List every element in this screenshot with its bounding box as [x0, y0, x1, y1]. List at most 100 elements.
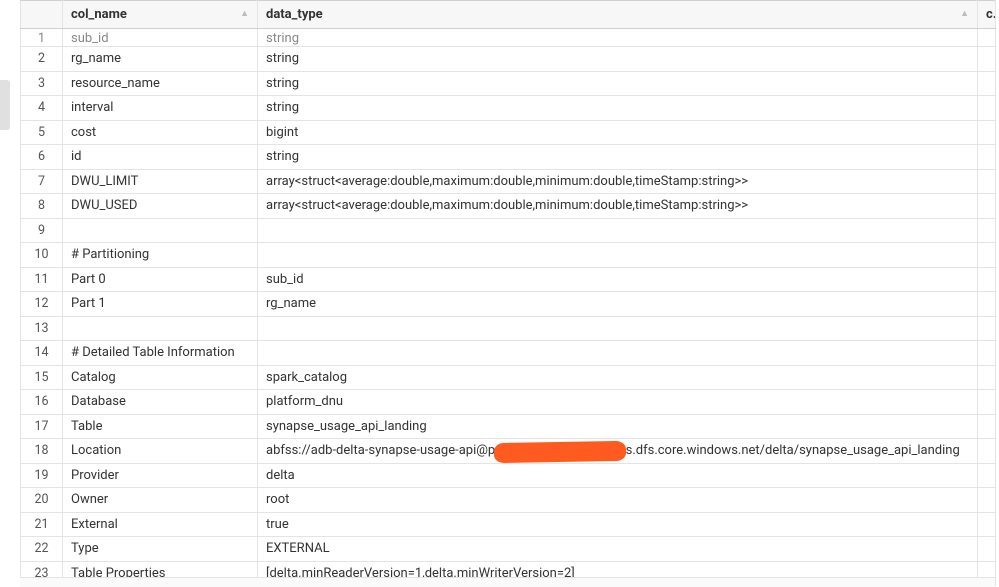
table-row[interactable]: 2rg_namestring	[21, 47, 996, 72]
cell-data-type[interactable]: synapse_usage_api_landing	[258, 414, 978, 439]
cell-data-type[interactable]: root	[258, 488, 978, 513]
cell-col-name[interactable]: Catalog	[63, 365, 258, 390]
table-row[interactable]: 17Tablesynapse_usage_api_landing	[21, 414, 996, 439]
table-row[interactable]: 4intervalstring	[21, 96, 996, 121]
table-row[interactable]: 7DWU_LIMITarray<struct<average:double,ma…	[21, 169, 996, 194]
cell-co[interactable]	[978, 414, 996, 439]
cell-co[interactable]	[978, 169, 996, 194]
cell-col-name[interactable]: # Partitioning	[63, 243, 258, 268]
cell-col-name[interactable]: Table	[63, 414, 258, 439]
cell-co[interactable]	[978, 29, 996, 47]
cell-co[interactable]	[978, 292, 996, 317]
table-row[interactable]: 5costbigint	[21, 120, 996, 145]
cell-data-type[interactable]: delta	[258, 463, 978, 488]
cell-co[interactable]	[978, 365, 996, 390]
cell-co[interactable]	[978, 145, 996, 170]
table-row[interactable]: 15Catalogspark_catalog	[21, 365, 996, 390]
cell-co[interactable]	[978, 243, 996, 268]
cell-co[interactable]	[978, 218, 996, 243]
cell-data-type[interactable]: string	[258, 29, 978, 47]
cell-col-name[interactable]: Owner	[63, 488, 258, 513]
cell-data-type[interactable]: array<struct<average:double,maximum:doub…	[258, 194, 978, 219]
table-row[interactable]: 13	[21, 316, 996, 341]
sort-icon[interactable]: ▲	[960, 10, 969, 19]
cell-co[interactable]	[978, 194, 996, 219]
cell-data-type[interactable]: string	[258, 47, 978, 72]
row-index: 22	[21, 537, 63, 562]
cell-col-name[interactable]	[63, 316, 258, 341]
cell-col-name[interactable]: DWU_LIMIT	[63, 169, 258, 194]
table-row[interactable]: 12Part 1rg_name	[21, 292, 996, 317]
cell-col-name[interactable]: Location	[63, 439, 258, 464]
row-index: 7	[21, 169, 63, 194]
cell-co[interactable]	[978, 47, 996, 72]
cell-data-type[interactable]: array<struct<average:double,maximum:doub…	[258, 169, 978, 194]
cell-data-type[interactable]: string	[258, 145, 978, 170]
cell-col-name[interactable]: resource_name	[63, 71, 258, 96]
header-co[interactable]: co	[978, 1, 996, 29]
table-row[interactable]: 3resource_namestring	[21, 71, 996, 96]
cell-co[interactable]	[978, 71, 996, 96]
cell-col-name[interactable]: Provider	[63, 463, 258, 488]
cell-data-type[interactable]: spark_catalog	[258, 365, 978, 390]
cell-col-name[interactable]: External	[63, 512, 258, 537]
cell-data-type[interactable]: bigint	[258, 120, 978, 145]
table-row[interactable]: 18Locationabfss://adb-delta-synapse-usag…	[21, 439, 996, 464]
row-index: 1	[21, 29, 63, 47]
left-collapse-handle[interactable]	[0, 80, 10, 130]
table-row[interactable]: 19Providerdelta	[21, 463, 996, 488]
cell-co[interactable]	[978, 96, 996, 121]
cell-data-type[interactable]: sub_id	[258, 267, 978, 292]
cell-col-name[interactable]: # Detailed Table Information	[63, 341, 258, 366]
header-index[interactable]	[21, 1, 63, 29]
cell-data-type[interactable]: string	[258, 96, 978, 121]
table-row[interactable]: 16Databaseplatform_dnu	[21, 390, 996, 415]
cell-co[interactable]	[978, 512, 996, 537]
cell-data-type[interactable]: rg_name	[258, 292, 978, 317]
cell-co[interactable]	[978, 488, 996, 513]
cell-data-type[interactable]	[258, 218, 978, 243]
cell-data-type[interactable]: abfss://adb-delta-synapse-usage-api@pXXX…	[258, 439, 978, 464]
cell-co[interactable]	[978, 537, 996, 562]
cell-data-type[interactable]	[258, 243, 978, 268]
cell-data-type[interactable]: platform_dnu	[258, 390, 978, 415]
cell-col-name[interactable]: Part 1	[63, 292, 258, 317]
cell-col-name[interactable]: rg_name	[63, 47, 258, 72]
cell-co[interactable]	[978, 390, 996, 415]
table-row[interactable]: 22TypeEXTERNAL	[21, 537, 996, 562]
cell-data-type[interactable]	[258, 316, 978, 341]
cell-data-type[interactable]: true	[258, 512, 978, 537]
sort-icon[interactable]: ▲	[240, 10, 249, 19]
cell-co[interactable]	[978, 463, 996, 488]
table-row[interactable]: 10# Partitioning	[21, 243, 996, 268]
cell-col-name[interactable]: id	[63, 145, 258, 170]
header-col-name[interactable]: col_name ▲	[63, 1, 258, 29]
table-row[interactable]: 8DWU_USEDarray<struct<average:double,max…	[21, 194, 996, 219]
cell-col-name[interactable]	[63, 218, 258, 243]
cell-co[interactable]	[978, 439, 996, 464]
cell-col-name[interactable]: cost	[63, 120, 258, 145]
cell-data-type[interactable]: string	[258, 71, 978, 96]
cell-data-type[interactable]	[258, 341, 978, 366]
cell-col-name[interactable]: sub_id	[63, 29, 258, 47]
table-row[interactable]: 14# Detailed Table Information	[21, 341, 996, 366]
cell-col-name[interactable]: Database	[63, 390, 258, 415]
table-row[interactable]: 11Part 0sub_id	[21, 267, 996, 292]
cell-col-name[interactable]: DWU_USED	[63, 194, 258, 219]
cell-co[interactable]	[978, 267, 996, 292]
redaction-mark: XXXXXXXXXXXXXXXX	[495, 443, 625, 458]
cell-data-type[interactable]: EXTERNAL	[258, 537, 978, 562]
cell-col-name[interactable]: Part 0	[63, 267, 258, 292]
cell-co[interactable]	[978, 341, 996, 366]
header-data-type[interactable]: data_type ▲	[258, 1, 978, 29]
cell-co[interactable]	[978, 120, 996, 145]
table-row[interactable]: 20Ownerroot	[21, 488, 996, 513]
table-row[interactable]: 6idstring	[21, 145, 996, 170]
row-index: 20	[21, 488, 63, 513]
table-row[interactable]: 9	[21, 218, 996, 243]
table-row[interactable]: 1sub_idstring	[21, 29, 996, 47]
cell-co[interactable]	[978, 316, 996, 341]
cell-col-name[interactable]: interval	[63, 96, 258, 121]
table-row[interactable]: 21Externaltrue	[21, 512, 996, 537]
cell-col-name[interactable]: Type	[63, 537, 258, 562]
